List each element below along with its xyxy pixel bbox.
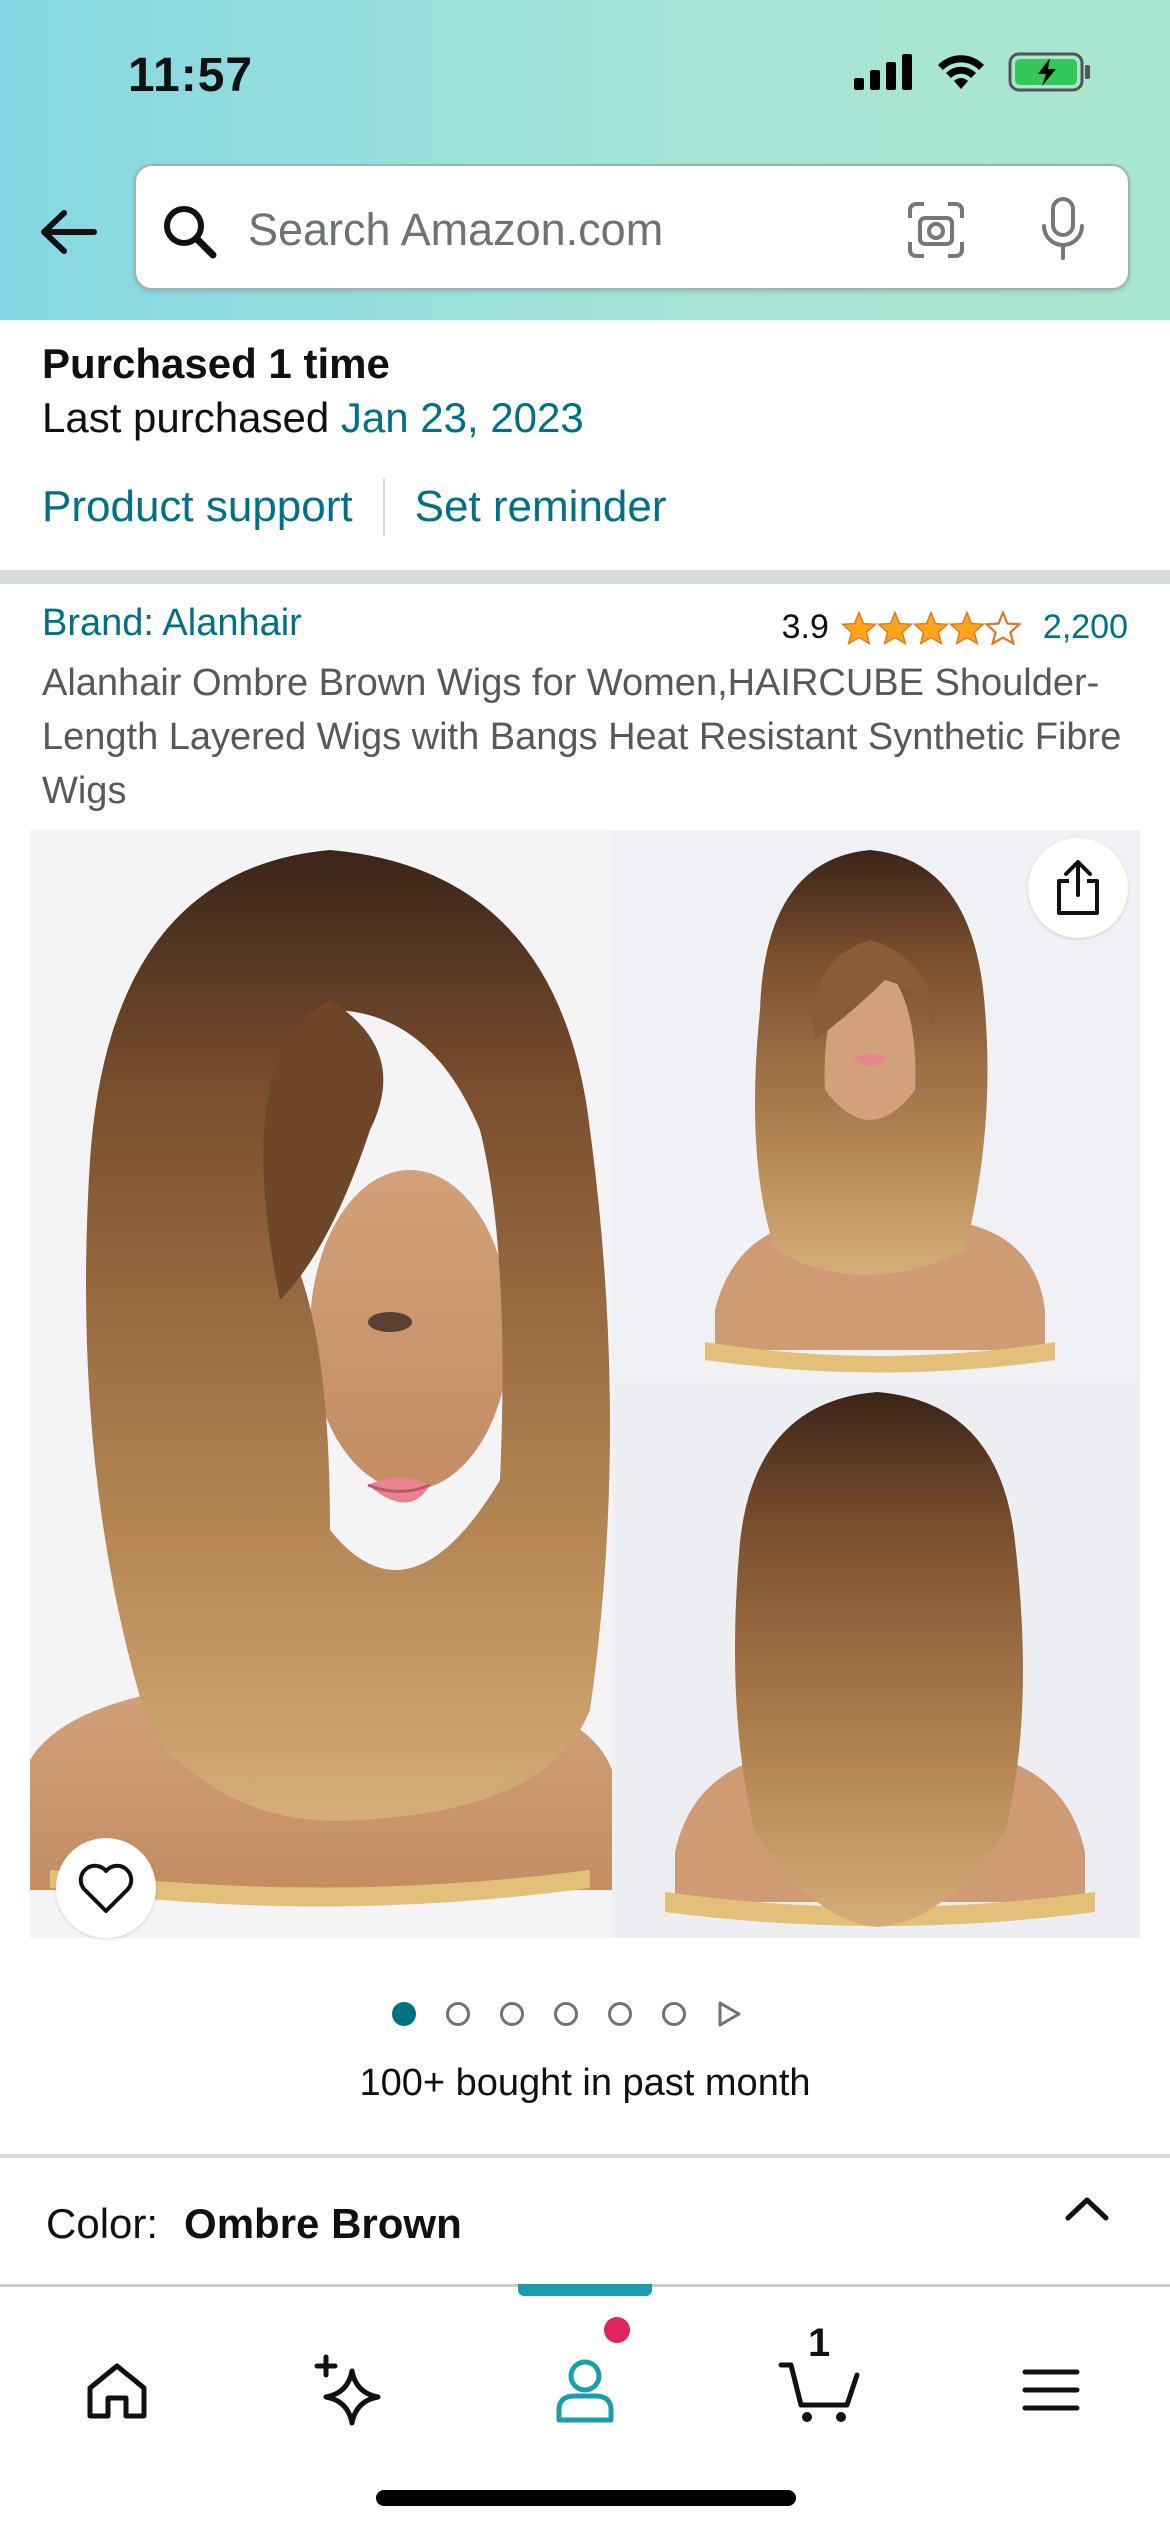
- star-full-icon: [912, 610, 949, 645]
- color-label: Color:: [46, 2200, 159, 2247]
- review-count-link[interactable]: 2,200: [1043, 608, 1128, 647]
- nav-home[interactable]: [62, 2335, 172, 2445]
- color-value: Ombre Brown: [184, 2200, 462, 2247]
- play-video-icon[interactable]: [716, 2000, 742, 2028]
- last-purchased-row: Last purchased Jan 23, 2023: [42, 394, 584, 442]
- star-empty-icon: [984, 610, 1021, 645]
- section-divider: [0, 570, 1170, 584]
- product-image-back[interactable]: [615, 1382, 1140, 1938]
- pager-dot[interactable]: [608, 2002, 632, 2026]
- status-time: 11:57: [128, 49, 254, 102]
- image-pager[interactable]: [392, 2000, 742, 2028]
- active-tab-indicator: [518, 2284, 652, 2296]
- account-icon: [556, 2359, 614, 2423]
- pager-dot[interactable]: [662, 2002, 686, 2026]
- product-support-link[interactable]: Product support: [42, 482, 353, 532]
- pager-dot-active[interactable]: [392, 2002, 416, 2026]
- home-indicator: [376, 2490, 796, 2506]
- sparkle-icon: [314, 2354, 381, 2426]
- back-arrow-icon: [41, 210, 97, 254]
- pager-dot[interactable]: [554, 2002, 578, 2026]
- nav-account[interactable]: [530, 2335, 640, 2445]
- product-image-front[interactable]: [30, 830, 612, 1938]
- rating-value: 3.9: [781, 608, 829, 646]
- search-icon: [164, 206, 217, 259]
- wifi-icon: [938, 55, 984, 89]
- notification-badge: [604, 2317, 630, 2343]
- star-full-icon: [840, 610, 877, 645]
- bought-in-past-month: 100+ bought in past month: [359, 2062, 811, 2104]
- product-image-gallery[interactable]: [30, 830, 1140, 1938]
- pager-dot[interactable]: [446, 2002, 470, 2026]
- wishlist-button[interactable]: [56, 1838, 156, 1938]
- wig-front-illustration: [30, 830, 612, 1938]
- status-icons: [854, 52, 1092, 92]
- heart-icon: [78, 1863, 134, 1913]
- back-button[interactable]: [32, 196, 104, 268]
- pager-dot[interactable]: [500, 2002, 524, 2026]
- home-icon: [87, 2363, 147, 2419]
- cart-count: 1: [808, 2321, 831, 2365]
- microphone-icon[interactable]: [1038, 196, 1088, 262]
- star-full-icon: [948, 610, 985, 645]
- chevron-up-icon[interactable]: [1060, 2188, 1114, 2228]
- camera-scan-icon[interactable]: [906, 200, 966, 260]
- last-purchased-date-link[interactable]: Jan 23, 2023: [341, 394, 584, 441]
- color-selector[interactable]: Color: Ombre Brown: [46, 2200, 462, 2248]
- purchase-count: Purchased 1 time: [42, 340, 390, 387]
- purchase-actions: Product support Set reminder: [42, 478, 667, 536]
- share-icon: [1057, 860, 1099, 915]
- nav-rufus[interactable]: [294, 2335, 404, 2445]
- hamburger-menu-icon: [1022, 2369, 1080, 2411]
- product-title: Alanhair Ombre Brown Wigs for Women,HAIR…: [42, 662, 1122, 812]
- signal-icon: [854, 54, 912, 90]
- last-purchased-label: Last purchased: [42, 394, 330, 441]
- section-divider: [0, 2154, 1170, 2158]
- search-input[interactable]: Search Amazon.com: [134, 164, 1130, 290]
- battery-icon: [1008, 52, 1090, 92]
- purchase-info: Purchased 1 time Last purchased Jan 23, …: [42, 340, 584, 442]
- brand-link[interactable]: Brand: Alanhair: [42, 602, 302, 645]
- rating-summary[interactable]: 3.9 2,200: [782, 608, 1128, 647]
- share-button[interactable]: [1028, 838, 1128, 938]
- star-rating: [840, 610, 1021, 645]
- nav-menu[interactable]: [996, 2335, 1106, 2445]
- header: 11:57 Search Amazon.com: [0, 0, 1170, 320]
- actions-divider: [382, 478, 385, 536]
- star-full-icon: [876, 610, 913, 645]
- wig-back-illustration: [615, 1382, 1140, 1938]
- set-reminder-link[interactable]: Set reminder: [415, 482, 667, 532]
- search-placeholder: Search Amazon.com: [248, 204, 664, 255]
